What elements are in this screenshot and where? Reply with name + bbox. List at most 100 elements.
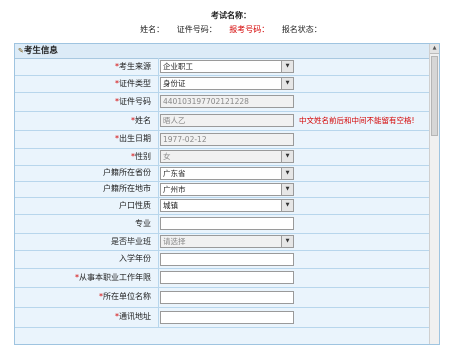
panel-title: 考生信息 (23, 46, 58, 56)
field-value: 广东省 (163, 169, 186, 178)
dropdown-arrow-icon[interactable]: ▼ (281, 78, 293, 89)
field-label: 专业 (135, 214, 151, 233)
field-value: 企业职工 (163, 62, 193, 71)
form-row: 户籍所在省份 广东省 ▼ (15, 165, 430, 182)
exam-info-line: 姓名： 证件号码： 报考号码： 报名状态： (0, 24, 462, 35)
field-label-text: 专业 (135, 219, 151, 228)
text-field[interactable] (160, 271, 294, 284)
row-divider (158, 130, 159, 148)
scroll-up-arrow-icon[interactable]: ▲ (430, 44, 439, 54)
field-value: 请选择 (163, 237, 186, 246)
select-field[interactable]: 请选择 ▼ (160, 235, 294, 248)
field-value: 440103197702121228 (163, 97, 249, 106)
field-label-text: 所在单位名称 (103, 292, 151, 301)
row-divider (158, 111, 159, 130)
candidate-info-panel: ✎考生信息 *考生来源 企业职工 ▼ *证件类型 身份证 ▼ *证件号码 4401031977… (14, 43, 440, 345)
form-row: *考生来源 企业职工 ▼ (15, 58, 430, 76)
dropdown-arrow-icon[interactable]: ▼ (281, 236, 293, 247)
select-field[interactable]: 企业职工 ▼ (160, 60, 294, 73)
dropdown-arrow-icon[interactable]: ▼ (281, 151, 293, 162)
field-label-text: 考生来源 (119, 62, 151, 71)
field-label-text: 户籍所在地市 (103, 184, 151, 193)
form-row: *性别女 ▼ (15, 148, 430, 166)
field-label-text: 是否毕业班 (111, 237, 151, 246)
exam-header: 考试名称： 姓名： 证件号码： 报考号码： 报名状态： (0, 0, 462, 40)
row-divider (158, 233, 159, 250)
text-field[interactable] (160, 253, 294, 266)
field-label: *考生来源 (115, 58, 151, 75)
row-divider (158, 165, 159, 181)
row-divider (158, 197, 159, 214)
text-field[interactable] (160, 217, 294, 230)
dropdown-arrow-icon[interactable]: ▼ (281, 200, 293, 211)
registration-number-label: 报考号码： (229, 25, 270, 34)
field-label-text: 证件类型 (119, 79, 151, 88)
field-label: *通讯地址 (115, 307, 151, 327)
row-divider (158, 250, 159, 268)
form-row: *证件类型 身份证 ▼ (15, 75, 430, 93)
select-field[interactable]: 广州市 ▼ (160, 183, 294, 196)
field-value: 晤人乙 (163, 116, 186, 125)
form-row: *证件号码 440103197702121228 (15, 92, 430, 112)
field-label: *出生日期 (115, 130, 151, 148)
row-divider (158, 75, 159, 92)
field-label: *姓名 (131, 111, 151, 130)
select-field[interactable]: 城镇 ▼ (160, 199, 294, 212)
exam-name-label: 考试名称： (211, 11, 251, 20)
field-label: *所在单位名称 (99, 287, 151, 307)
form-row: 是否毕业班 请选择 ▼ (15, 233, 430, 251)
scroll-thumb[interactable] (431, 56, 438, 136)
dropdown-arrow-icon[interactable]: ▼ (281, 61, 293, 72)
field-label: 户口性质 (119, 197, 151, 214)
row-divider (158, 307, 159, 327)
select-field[interactable]: 广东省 ▼ (160, 167, 294, 180)
registration-status-label: 报名状态： (281, 25, 322, 34)
row-divider (158, 181, 159, 197)
vertical-scrollbar[interactable]: ▲ (429, 44, 439, 344)
name-label: 姓名： (140, 25, 165, 34)
id-number-label: 证件号码： (176, 25, 217, 34)
text-field[interactable] (160, 311, 294, 324)
field-value: 城镇 (163, 201, 178, 210)
field-label: 户籍所在地市 (103, 181, 151, 197)
field-label: 户籍所在省份 (103, 165, 151, 181)
form-row: 专业 (15, 214, 430, 234)
row-divider (158, 287, 159, 307)
dropdown-arrow-icon[interactable]: ▼ (281, 184, 293, 195)
text-field[interactable]: 440103197702121228 (160, 95, 294, 108)
dropdown-arrow-icon[interactable]: ▼ (281, 168, 293, 179)
field-label-text: 户籍所在省份 (103, 168, 151, 177)
field-label-text: 通讯地址 (119, 312, 151, 321)
select-field[interactable]: 女 ▼ (160, 150, 294, 163)
panel-header: ✎考生信息 (15, 44, 439, 59)
field-label-text: 姓名 (135, 116, 151, 125)
field-label-text: 入学年份 (119, 254, 151, 263)
form-row: 户口性质 城镇 ▼ (15, 197, 430, 215)
field-label-text: 性别 (135, 152, 151, 161)
form-row: *通讯地址 (15, 307, 430, 328)
field-label-text: 出生日期 (119, 134, 151, 143)
text-field[interactable] (160, 291, 294, 304)
field-value: 1977-02-12 (163, 135, 207, 144)
text-field[interactable]: 晤人乙 (160, 114, 294, 127)
field-label: 是否毕业班 (111, 233, 151, 250)
field-label: 入学年份 (119, 250, 151, 268)
select-field[interactable]: 身份证 ▼ (160, 77, 294, 90)
row-divider (158, 92, 159, 111)
field-label-text: 证件号码 (119, 97, 151, 106)
field-label: *证件号码 (115, 92, 151, 111)
field-value: 身份证 (163, 79, 186, 88)
form-row: *姓名 晤人乙 中文姓名前后和中间不能留有空格! (15, 111, 430, 131)
form-row: *所在单位名称 (15, 287, 430, 308)
field-value: 女 (163, 152, 171, 161)
form-row: 户籍所在地市 广州市 ▼ (15, 181, 430, 198)
field-label-text: 户口性质 (119, 201, 151, 210)
text-field[interactable]: 1977-02-12 (160, 133, 294, 146)
form-row: 入学年份 (15, 250, 430, 269)
row-divider (158, 148, 159, 165)
field-value: 广州市 (163, 185, 186, 194)
row-divider (158, 268, 159, 287)
field-label: *证件类型 (115, 75, 151, 92)
field-label: *性别 (131, 148, 151, 165)
name-spacing-note: 中文姓名前后和中间不能留有空格! (299, 116, 415, 125)
